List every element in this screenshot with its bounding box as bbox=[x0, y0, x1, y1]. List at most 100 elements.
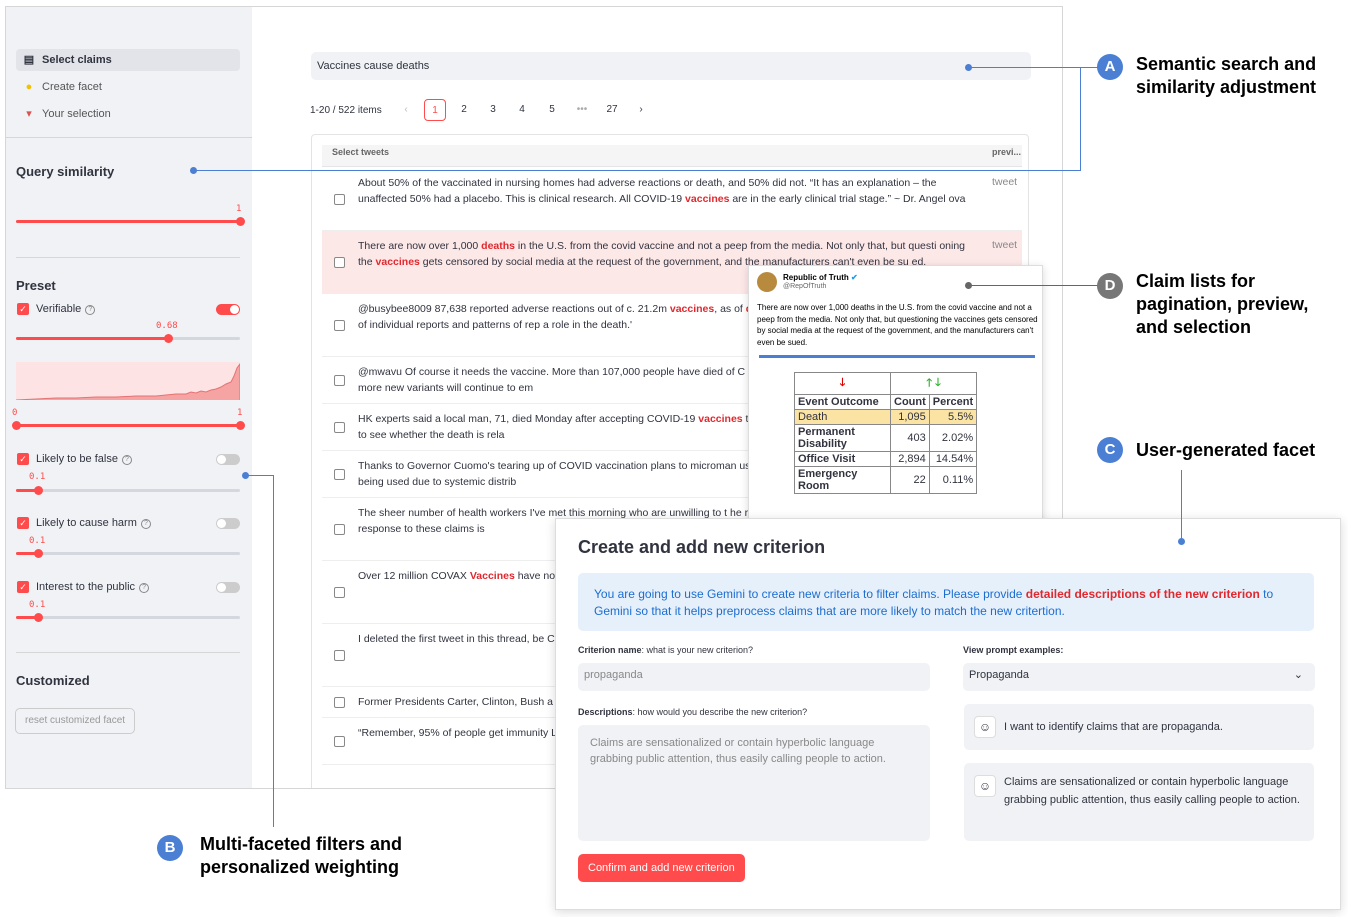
avatar bbox=[757, 272, 777, 292]
likely-false-checkbox[interactable]: ✓ bbox=[17, 453, 29, 465]
table-cell: 5.5% bbox=[928, 409, 978, 425]
cause-harm-checkbox[interactable]: ✓ bbox=[17, 517, 29, 529]
table-cell: 0.11% bbox=[928, 466, 978, 494]
interest-public-slider[interactable] bbox=[16, 613, 240, 622]
likely-false-toggle[interactable] bbox=[216, 454, 240, 465]
keyword-highlight: deaths bbox=[481, 240, 515, 252]
connector-line bbox=[1181, 470, 1182, 541]
row-checkbox[interactable] bbox=[334, 586, 345, 598]
prompt-text: Claims are sensationalized or contain hy… bbox=[1004, 776, 1300, 806]
connector-line bbox=[245, 475, 273, 476]
verifiable-range-max: 1 bbox=[237, 408, 243, 418]
row-checkbox[interactable] bbox=[334, 735, 345, 747]
divider bbox=[16, 652, 240, 653]
interest-public-toggle[interactable] bbox=[216, 582, 240, 593]
cause-harm-toggle[interactable] bbox=[216, 518, 240, 529]
slider-knob[interactable] bbox=[34, 549, 44, 558]
criterion-name-input[interactable]: propaganda bbox=[578, 663, 930, 691]
verifiable-histogram bbox=[16, 362, 240, 400]
verifiable-checkbox[interactable]: ✓ bbox=[17, 303, 29, 315]
slider-knob[interactable] bbox=[236, 217, 245, 226]
query-similarity-value: 1 bbox=[236, 204, 242, 214]
preview-link[interactable]: tweet bbox=[992, 174, 1017, 190]
badge-b: B bbox=[157, 835, 183, 861]
likely-false-label: Likely to be false? bbox=[36, 453, 132, 465]
prev-page-button[interactable]: ‹ bbox=[395, 99, 417, 121]
tweet-text: There are now over 1,000 deaths in the U… bbox=[757, 303, 1038, 347]
row-checkbox[interactable] bbox=[334, 256, 345, 268]
help-icon[interactable]: ? bbox=[139, 583, 150, 593]
table-row[interactable]: About 50% of the vaccinated in nursing h… bbox=[322, 168, 1022, 231]
up-down-arrows-icon: 🡑 🡓 bbox=[889, 372, 978, 395]
create-criterion-panel: Create and add new criterion You are goi… bbox=[555, 518, 1341, 910]
page-button-2[interactable]: 2 bbox=[453, 99, 475, 121]
query-similarity-slider[interactable] bbox=[16, 217, 245, 226]
row-checkbox[interactable] bbox=[334, 193, 345, 205]
keyword-highlight: vaccines bbox=[698, 413, 743, 425]
preset-title: Preset bbox=[16, 278, 56, 293]
query-similarity-title: Query similarity bbox=[16, 164, 115, 179]
help-icon[interactable]: ? bbox=[121, 455, 132, 465]
page-button-3[interactable]: 3 bbox=[482, 99, 504, 121]
row-checkbox[interactable] bbox=[334, 421, 345, 433]
event-outcome-table: 🡓 🡑 🡓 Event Outcome Count Percent Death 1… bbox=[794, 372, 978, 494]
verifiable-toggle[interactable] bbox=[216, 304, 240, 315]
reset-customized-button[interactable]: reset customized facet bbox=[15, 708, 136, 734]
cause-harm-slider[interactable] bbox=[16, 549, 240, 558]
row-checkbox[interactable] bbox=[334, 649, 345, 661]
keyword-highlight: vaccines bbox=[375, 256, 420, 268]
examples-label: View prompt examples: bbox=[963, 645, 1064, 655]
connector-line bbox=[273, 475, 274, 827]
nav-create-facet[interactable]: ● Create facet bbox=[16, 76, 240, 98]
slider-knob-min[interactable] bbox=[12, 421, 21, 430]
table-cell: 2,894 bbox=[890, 451, 930, 467]
text-segment: , as of bbox=[714, 303, 746, 315]
slider-knob[interactable] bbox=[34, 613, 44, 622]
keyword-highlight: Vaccines bbox=[469, 570, 515, 582]
prompt-text: I want to identify claims that are propa… bbox=[1004, 721, 1223, 733]
slider-knob[interactable] bbox=[34, 486, 44, 495]
table-header-cell: Count bbox=[890, 394, 930, 410]
nav-your-selection[interactable]: ▾ Your selection bbox=[16, 103, 240, 125]
page-button-27[interactable]: 27 bbox=[601, 99, 623, 121]
user-avatar-icon: ☺ bbox=[974, 716, 996, 738]
interest-public-checkbox[interactable]: ✓ bbox=[17, 581, 29, 593]
slider-knob-max[interactable] bbox=[236, 421, 245, 430]
descriptions-label: Descriptions: how would you describe the… bbox=[578, 707, 808, 717]
search-input[interactable]: Vaccines cause deaths bbox=[311, 52, 1031, 80]
page-button-5[interactable]: 5 bbox=[541, 99, 563, 121]
verifiable-slider[interactable] bbox=[16, 334, 240, 343]
page-button-4[interactable]: 4 bbox=[511, 99, 533, 121]
text-segment: Over 12 million COVAX bbox=[358, 570, 470, 582]
nav-select-claims[interactable]: ▤ Select claims bbox=[16, 49, 240, 71]
slider-fill bbox=[16, 337, 169, 340]
page-button-1[interactable]: 1 bbox=[424, 99, 446, 121]
row-checkbox[interactable] bbox=[334, 374, 345, 386]
help-icon[interactable]: ? bbox=[85, 305, 96, 315]
keyword-highlight: vaccines bbox=[685, 193, 730, 205]
text-segment: @mwavu Of course it needs the vaccine. M… bbox=[358, 366, 749, 378]
customized-title: Customized bbox=[16, 673, 90, 688]
annotation-c: User-generated facet bbox=[1136, 440, 1316, 460]
help-icon[interactable]: ? bbox=[140, 519, 151, 529]
tweet-preview: Republic of Truth ✔ @RepOfTruth There ar… bbox=[748, 265, 1043, 525]
nav-label: Your selection bbox=[42, 108, 111, 120]
likely-false-slider[interactable] bbox=[16, 486, 240, 495]
table-cell: 2.02% bbox=[928, 424, 978, 452]
verifiable-range-slider[interactable] bbox=[12, 421, 245, 430]
page-ellipsis[interactable]: ••• bbox=[571, 99, 593, 121]
row-checkbox[interactable] bbox=[334, 319, 345, 331]
slider-knob[interactable] bbox=[164, 334, 174, 343]
next-page-button[interactable]: › bbox=[630, 99, 652, 121]
row-checkbox[interactable] bbox=[334, 696, 345, 708]
row-checkbox[interactable] bbox=[334, 468, 345, 480]
list-icon: ▤ bbox=[23, 54, 35, 66]
preview-link[interactable]: tweet bbox=[992, 237, 1017, 253]
descriptions-textarea[interactable]: Claims are sensationalized or contain hy… bbox=[578, 725, 930, 841]
examples-select[interactable]: Propaganda ⌄ bbox=[963, 663, 1315, 691]
table-cell: Emergency Room bbox=[794, 466, 891, 494]
interest-public-label: Interest to the public? bbox=[36, 581, 150, 593]
row-checkbox[interactable] bbox=[334, 523, 345, 535]
confirm-add-criterion-button[interactable]: Confirm and add new criterion bbox=[578, 854, 745, 882]
nav-label: Create facet bbox=[42, 81, 102, 93]
